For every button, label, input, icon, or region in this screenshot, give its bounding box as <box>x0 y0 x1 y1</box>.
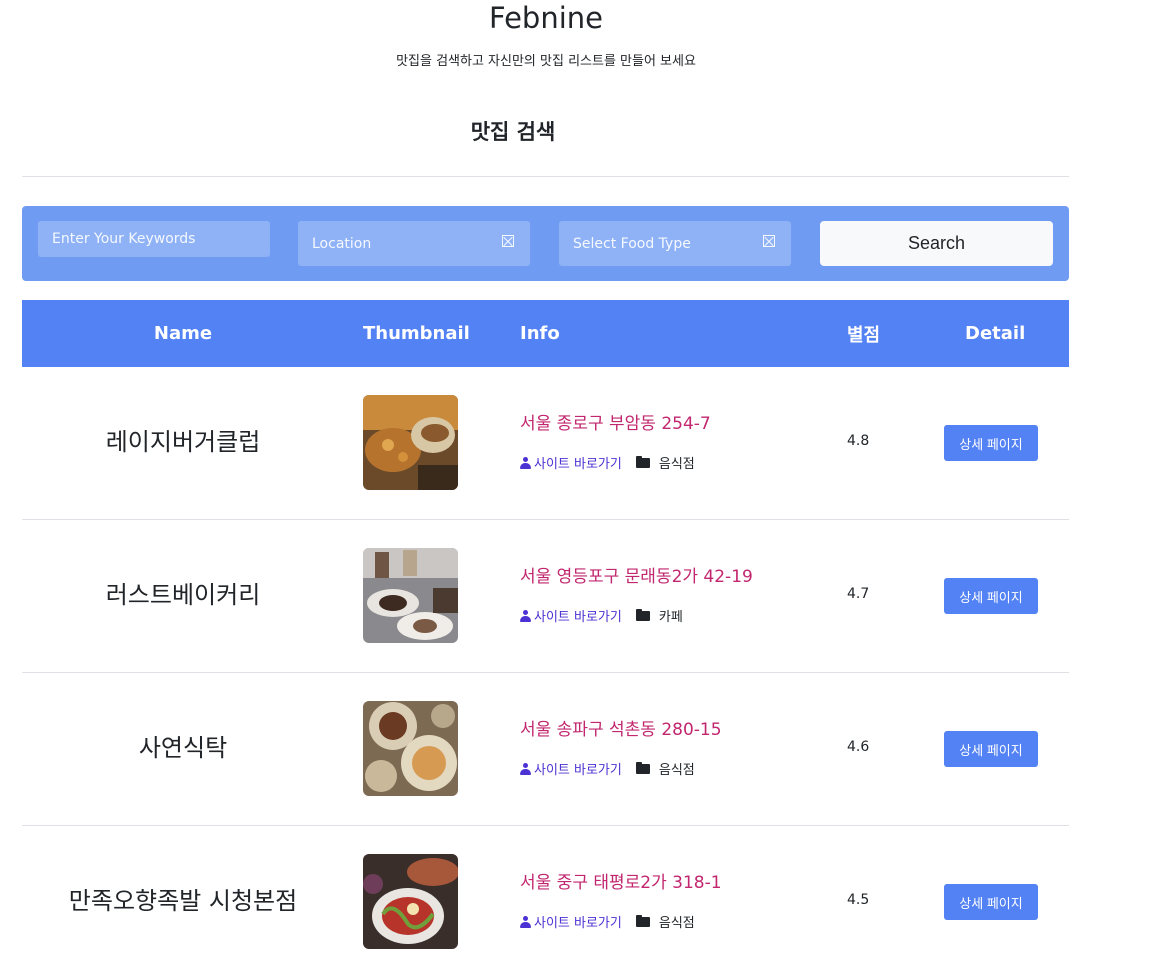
site-link[interactable]: 사이트 바로가기 <box>520 606 622 625</box>
category-label: 카페 <box>658 610 683 625</box>
site-link-label: 사이트 바로가기 <box>534 457 622 472</box>
user-icon <box>520 762 531 775</box>
restaurant-address: 서울 중구 태평로2가 318-1 <box>520 873 722 893</box>
header-info: Info <box>520 323 560 344</box>
thumbnail-image <box>363 854 458 949</box>
table-row: 러스트베이커리 서울 영등포구 문래동2가 42-19 사이트 바로가기 카페 … <box>22 520 1069 673</box>
header-rating: 별점 <box>847 324 881 346</box>
divider <box>22 176 1069 177</box>
food-type-placeholder: Select Food Type <box>573 235 691 252</box>
site-link[interactable]: 사이트 바로가기 <box>520 759 622 778</box>
folder-icon <box>635 914 650 927</box>
folder-icon <box>635 455 650 468</box>
location-select[interactable]: Location <box>298 221 530 266</box>
header-name: Name <box>153 323 213 344</box>
header-detail: Detail <box>965 323 1026 344</box>
app-title: Febnine <box>488 1 603 35</box>
restaurant-address: 서울 종로구 부암동 254-7 <box>520 414 711 434</box>
site-link[interactable]: 사이트 바로가기 <box>520 453 622 472</box>
thumbnail-image <box>363 395 458 490</box>
location-placeholder: Location <box>312 235 372 252</box>
restaurant-address: 서울 송파구 석촌동 280-15 <box>520 720 722 740</box>
detail-button[interactable]: 상세 페이지 <box>944 578 1038 614</box>
section-title: 맛집 검색 <box>470 120 556 144</box>
thumbnail-image <box>363 548 458 643</box>
search-button[interactable]: Search <box>820 221 1053 266</box>
detail-button[interactable]: 상세 페이지 <box>944 731 1038 767</box>
keyword-placeholder: Enter Your Keywords <box>52 231 196 247</box>
user-icon <box>520 609 531 622</box>
table-header: Name Thumbnail Info 별점 Detail <box>22 300 1069 367</box>
rating-value: 4.7 <box>847 586 870 602</box>
food-type-select[interactable]: Select Food Type <box>559 221 791 266</box>
site-link-label: 사이트 바로가기 <box>534 763 622 778</box>
table-row: 만족오향족발 시청본점 서울 중구 태평로2가 318-1 사이트 바로가기 음… <box>22 826 1069 979</box>
restaurant-meta: 사이트 바로가기 음식점 <box>520 759 695 778</box>
app-subtitle: 맛집을 검색하고 자신만의 맛집 리스트를 만들어 보세요 <box>396 54 696 69</box>
detail-button[interactable]: 상세 페이지 <box>944 425 1038 461</box>
rating-value: 4.8 <box>847 433 870 449</box>
restaurant-address: 서울 영등포구 문래동2가 42-19 <box>520 567 753 587</box>
rating-value: 4.5 <box>847 892 870 908</box>
site-link-label: 사이트 바로가기 <box>534 610 622 625</box>
category-label: 음식점 <box>658 763 695 778</box>
restaurant-name: 러스트베이커리 <box>105 580 261 609</box>
clear-icon[interactable] <box>763 235 775 247</box>
site-link[interactable]: 사이트 바로가기 <box>520 912 622 931</box>
restaurant-name: 사연식탁 <box>138 733 228 762</box>
restaurant-meta: 사이트 바로가기 음식점 <box>520 912 695 931</box>
clear-icon[interactable] <box>502 235 514 247</box>
category-label: 음식점 <box>658 457 695 472</box>
folder-icon <box>635 608 650 621</box>
rating-value: 4.6 <box>847 739 870 755</box>
site-link-label: 사이트 바로가기 <box>534 916 622 931</box>
restaurant-meta: 사이트 바로가기 음식점 <box>520 453 695 472</box>
category-label: 음식점 <box>658 916 695 931</box>
thumbnail-image <box>363 701 458 796</box>
detail-button[interactable]: 상세 페이지 <box>944 884 1038 920</box>
table-row: 레이지버거클럽 서울 종로구 부암동 254-7 사이트 바로가기 음식점 4.… <box>22 367 1069 520</box>
user-icon <box>520 456 531 469</box>
header-thumbnail: Thumbnail <box>363 323 470 344</box>
restaurant-meta: 사이트 바로가기 카페 <box>520 606 683 625</box>
user-icon <box>520 915 531 928</box>
restaurant-name: 만족오향족발 시청본점 <box>68 886 298 915</box>
restaurant-name: 레이지버거클럽 <box>105 427 261 456</box>
folder-icon <box>635 761 650 774</box>
search-panel: Enter Your Keywords Location Select Food… <box>22 206 1069 281</box>
keyword-input[interactable]: Enter Your Keywords <box>38 221 270 257</box>
table-row: 사연식탁 서울 송파구 석촌동 280-15 사이트 바로가기 음식점 4.6 … <box>22 673 1069 826</box>
